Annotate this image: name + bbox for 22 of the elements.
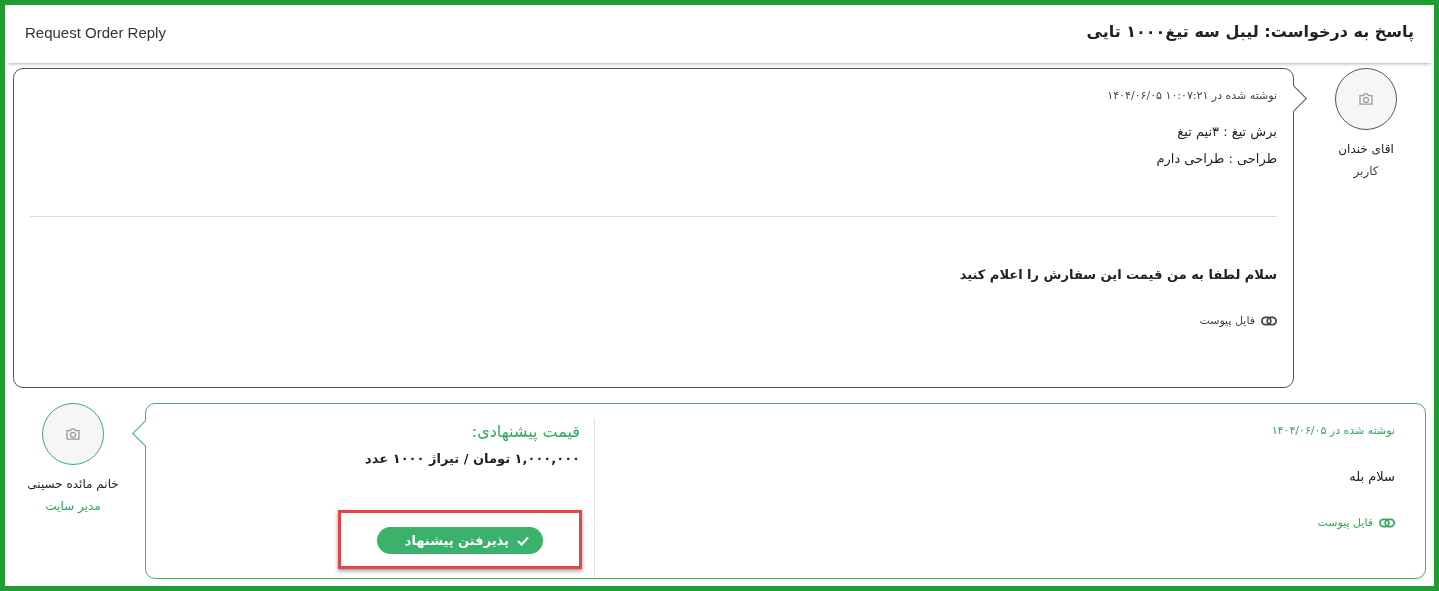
link-icon	[1379, 517, 1395, 528]
offer-title: قیمت پیشنهادی:	[471, 422, 580, 441]
offer-price: ۱,۰۰۰,۰۰۰ تومان / تیراژ ۱۰۰۰ عدد	[365, 451, 580, 466]
camera-icon	[1359, 93, 1373, 105]
attachment-link[interactable]: فایل پیوست	[1199, 314, 1277, 327]
check-icon	[517, 535, 529, 546]
order-detail: برش تیغ : ۳نیم تیغ	[1176, 124, 1277, 139]
link-icon	[1261, 315, 1277, 326]
order-detail: طراحی : طراحی دارم	[1156, 151, 1277, 166]
author-role: مدیر سایت	[45, 499, 101, 513]
attachment-link[interactable]: فایل پیوست	[1317, 516, 1395, 529]
message-text: سلام لطفا به من قیمت این سفارش را اعلام کنید	[959, 267, 1277, 282]
message-timestamp: نوشته شده در ۱۴۰۴/۰۶/۰۵	[1271, 424, 1395, 437]
message-text: سلام بله	[1349, 469, 1395, 484]
author-name: خانم مائده حسینی	[27, 477, 119, 491]
author-role: کاربر	[1353, 164, 1379, 178]
author-name: اقای خندان	[1338, 142, 1394, 156]
page-title: پاسخ به درخواست: لیبل سه تیغ۱۰۰۰ تایی	[1086, 21, 1414, 41]
accept-offer-button[interactable]: پذیرفتن پیشنهاد	[376, 527, 543, 554]
page-label: Request Order Reply	[25, 23, 166, 41]
message-timestamp: نوشته شده در ۱۰:۰۷:۲۱ ۱۴۰۴/۰۶/۰۵	[1107, 89, 1277, 102]
camera-icon	[66, 428, 80, 440]
